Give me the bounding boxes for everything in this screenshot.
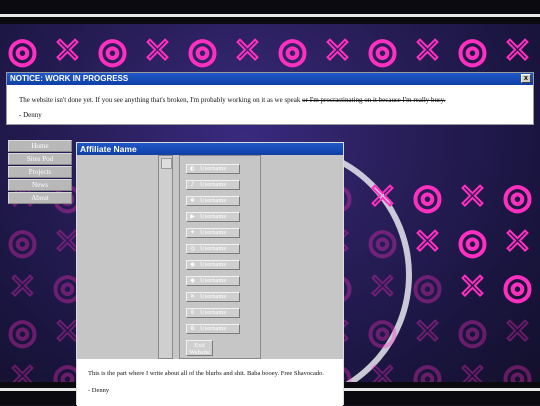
nav-item-projects[interactable]: Projects xyxy=(8,166,72,178)
notice-titlebar: NOTICE: WORK IN PROGRESS x xyxy=(7,73,533,85)
notice-title: NOTICE: WORK IN PROGRESS xyxy=(10,74,129,83)
affiliate-links-panel: ◐ Username ♪ Username ❖ Username ▶ Username … xyxy=(179,155,261,359)
link-label: Username xyxy=(200,325,227,332)
link-instagram[interactable]: ◎ Username xyxy=(186,244,240,254)
affiliate-title: Affiliate Name xyxy=(80,144,137,154)
affiliate-titlebar: Affiliate Name xyxy=(77,143,343,155)
nav-item-about[interactable]: About xyxy=(8,192,72,204)
link-label: Username xyxy=(200,261,227,268)
affiliate-blurb: This is the part where I write about all… xyxy=(88,370,325,377)
notice-signature: - Denny xyxy=(19,111,42,119)
link-label: Username xyxy=(200,293,227,300)
link-bluesky[interactable]: ❖ Username xyxy=(186,196,240,206)
playstation-icon: ◆ xyxy=(190,277,195,284)
link-label: Username xyxy=(200,277,227,284)
exit-website-button[interactable]: Exit Website xyxy=(186,340,213,356)
link-playstation[interactable]: ◆ Username xyxy=(186,276,240,286)
xbox-icon: ✕ xyxy=(189,293,196,300)
link-discord-chat[interactable]: ◉ Username xyxy=(186,260,240,270)
discord-icon: ◐ xyxy=(189,165,196,172)
bluesky-icon: ❖ xyxy=(189,197,196,204)
top-stripe xyxy=(0,0,540,24)
nintendo-icon: Ⅱ xyxy=(191,309,194,316)
affiliate-signature: - Denny xyxy=(88,387,110,394)
close-icon: x xyxy=(524,75,528,82)
broken-image-icon xyxy=(161,158,172,169)
affiliate-image-frame xyxy=(158,155,173,359)
discord-chat-icon: ◉ xyxy=(189,261,196,268)
link-label: Username xyxy=(200,245,227,252)
link-label: Username xyxy=(200,229,227,236)
notice-struck-text: or I'm procrastinating on it because I'm… xyxy=(302,96,446,104)
link-youtube[interactable]: ▶ Username xyxy=(186,212,240,222)
notice-window: NOTICE: WORK IN PROGRESS x The website i… xyxy=(6,72,534,125)
nav-item-sites-pod[interactable]: Sites Pod xyxy=(8,153,72,165)
nav-item-news[interactable]: News xyxy=(8,179,72,191)
affiliate-blurb-panel: This is the part where I write about all… xyxy=(77,359,343,406)
notice-message-line: The website isn't done yet. If you see a… xyxy=(19,95,521,106)
twitter-icon: ✦ xyxy=(189,229,196,236)
link-nintendo[interactable]: Ⅱ Username xyxy=(186,308,240,318)
notice-body: The website isn't done yet. If you see a… xyxy=(7,85,533,121)
tiktok-icon: ♪ xyxy=(190,181,195,188)
link-twitter[interactable]: ✦ Username xyxy=(186,228,240,238)
link-label: Username xyxy=(200,309,227,316)
close-button[interactable]: x xyxy=(521,74,531,83)
link-label: Username xyxy=(200,165,227,172)
link-tiktok[interactable]: ♪ Username xyxy=(186,180,240,190)
youtube-icon: ▶ xyxy=(190,213,195,220)
instagram-icon: ◎ xyxy=(189,245,196,252)
notice-message: The website isn't done yet. If you see a… xyxy=(19,96,303,104)
link-label: Username xyxy=(200,181,227,188)
link-xbox[interactable]: ✕ Username xyxy=(186,292,240,302)
sidebar-nav: Home Sites Pod Projects News About xyxy=(8,140,72,205)
link-label: Username xyxy=(200,213,227,220)
steam-icon: ⚙ xyxy=(189,325,196,332)
link-label: Username xyxy=(200,197,227,204)
nav-item-home[interactable]: Home xyxy=(8,140,72,152)
link-discord[interactable]: ◐ Username xyxy=(186,164,240,174)
link-steam[interactable]: ⚙ Username xyxy=(186,324,240,334)
affiliate-window: Affiliate Name ◐ Username ♪ Username ❖ User… xyxy=(76,142,344,406)
